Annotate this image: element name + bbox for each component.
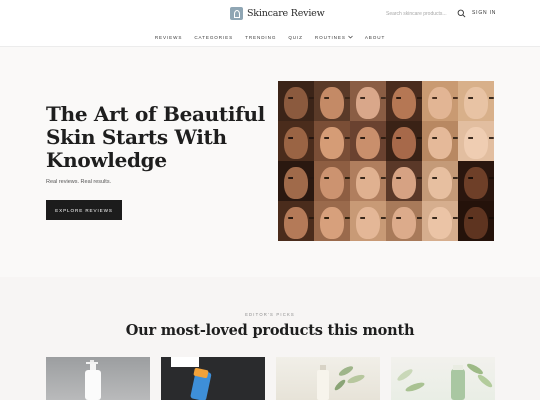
site-logo[interactable]: Skincare Review <box>230 7 325 20</box>
collage-tile <box>422 81 458 121</box>
nav-item-label: CATEGORIES <box>194 34 234 40</box>
site-header: Skincare Review SIGN IN <box>0 0 540 28</box>
collage-tile <box>458 161 494 201</box>
collage-tile <box>314 161 350 201</box>
serum-bottle-image <box>317 365 365 400</box>
collage-tile <box>278 161 314 201</box>
pump-bottle-image <box>85 360 101 400</box>
collage-tile <box>458 201 494 241</box>
chevron-down-icon <box>348 35 353 39</box>
logo-text: Skincare Review <box>247 8 325 19</box>
collage-tile <box>422 161 458 201</box>
collage-tile <box>278 81 314 121</box>
collage-tile <box>422 121 458 161</box>
collage-tile <box>458 121 494 161</box>
hero-section: The Art of Beautiful Skin Starts With Kn… <box>0 47 540 277</box>
collage-tile <box>386 121 422 161</box>
collage-tile <box>458 81 494 121</box>
sign-in-link[interactable]: SIGN IN <box>472 10 496 16</box>
collage-tile <box>350 161 386 201</box>
nav-item-reviews[interactable]: REVIEWS <box>149 30 189 44</box>
editors-picks-section: EDITOR'S PICKS Our most-loved products t… <box>0 277 540 400</box>
hero-faces-collage <box>278 81 494 241</box>
explore-reviews-button[interactable]: EXPLORE REVIEWS <box>46 200 122 220</box>
collage-tile <box>386 161 422 201</box>
nav-item-label: REVIEWS <box>154 34 183 40</box>
nav-item-about[interactable]: ABOUT <box>359 30 391 44</box>
main-nav: REVIEWS CATEGORIES TRENDING QUIZ ROUTINE… <box>0 30 540 44</box>
collage-tile <box>386 201 422 241</box>
nav-item-label: ROUTINES <box>314 34 346 40</box>
nav-item-categories[interactable]: CATEGORIES <box>188 30 239 44</box>
product-card-image[interactable] <box>161 357 265 400</box>
botanical-product-image <box>397 363 493 400</box>
search-icon[interactable] <box>457 9 466 18</box>
collage-tile <box>278 121 314 161</box>
logo-icon <box>230 7 243 20</box>
collage-tile <box>422 201 458 241</box>
collage-tile <box>314 201 350 241</box>
collage-tile <box>314 81 350 121</box>
product-card-image[interactable] <box>391 357 495 400</box>
section-eyebrow: EDITOR'S PICKS <box>245 312 295 317</box>
product-card-image[interactable] <box>46 357 150 400</box>
hero-subtitle: Real reviews. Real results. <box>46 179 112 185</box>
hero-title: The Art of Beautiful Skin Starts With Kn… <box>46 102 265 172</box>
nav-item-label: QUIZ <box>288 34 303 40</box>
nav-item-trending[interactable]: TRENDING <box>239 30 282 44</box>
section-title: Our most-loved products this month <box>125 322 415 339</box>
product-card-image[interactable] <box>276 357 380 400</box>
collage-tile <box>350 201 386 241</box>
nav-item-label: ABOUT <box>364 34 386 40</box>
sunscreen-tube-image <box>161 357 265 400</box>
search-input[interactable] <box>386 8 452 20</box>
collage-tile <box>278 201 314 241</box>
collage-tile <box>386 81 422 121</box>
collage-tile <box>314 121 350 161</box>
nav-item-routines[interactable]: ROUTINES <box>309 30 359 44</box>
collage-tile <box>350 121 386 161</box>
nav-item-label: TRENDING <box>245 34 277 40</box>
nav-item-quiz[interactable]: QUIZ <box>282 30 309 44</box>
collage-tile <box>350 81 386 121</box>
